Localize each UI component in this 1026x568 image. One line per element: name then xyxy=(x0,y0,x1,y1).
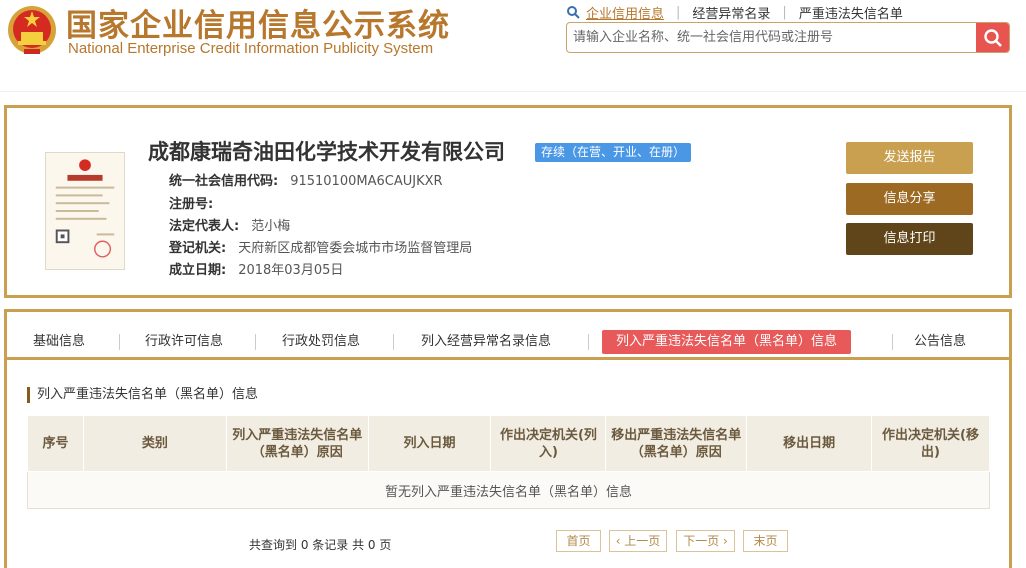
tab-announcements[interactable]: 公告信息 xyxy=(914,330,966,354)
prev-page-button[interactable]: ‹ 上一页 xyxy=(609,530,667,552)
tab-abnormal-list[interactable]: 列入经营异常名录信息 xyxy=(421,330,551,354)
send-report-button[interactable]: 发送报告 xyxy=(846,142,973,174)
tab-divider xyxy=(892,334,893,350)
credit-code-row: 统一社会信用代码: 91510100MA6CAUJKXR xyxy=(169,170,443,189)
col-header: 序号 xyxy=(27,415,84,472)
reg-number-row: 注册号: xyxy=(169,193,225,212)
national-emblem-icon xyxy=(8,6,56,54)
page-summary: 共查询到 0 条记录 共 0 页 xyxy=(249,538,392,552)
status-badge: 存续（在营、开业、在册） xyxy=(535,143,692,162)
tab-divider xyxy=(255,334,256,350)
site-title: 国家企业信用信息公示系统 xyxy=(66,8,450,44)
col-header: 类别 xyxy=(82,415,227,472)
table-row: 暂无列入严重违法失信名单（黑名单）信息 xyxy=(27,471,990,509)
col-header: 列入严重违法失信名单（黑名单）原因 xyxy=(225,415,369,472)
share-info-button[interactable]: 信息分享 xyxy=(846,183,973,215)
last-page-button[interactable]: 末页 xyxy=(743,530,788,552)
col-header: 作出决定机关(移出) xyxy=(871,415,990,472)
empty-message: 暂无列入严重违法失信名单（黑名单）信息 xyxy=(27,471,990,509)
company-name: 成都康瑞奇油田化学技术开发有限公司 xyxy=(148,140,505,164)
search-box xyxy=(566,22,1010,53)
search-button[interactable] xyxy=(976,23,1009,52)
tab-blacklist[interactable]: 列入严重违法失信名单（黑名单）信息 xyxy=(602,330,852,354)
tab-admin-license[interactable]: 行政许可信息 xyxy=(145,330,223,354)
tab-basic-info[interactable]: 基础信息 xyxy=(33,330,85,354)
field-value: 天府新区成都管委会城市市场监督管理局 xyxy=(238,241,473,256)
blacklist-table: 序号 类别 列入严重违法失信名单（黑名单）原因 列入日期 作出决定机关(列入) … xyxy=(27,415,990,509)
company-card: 成都康瑞奇油田化学技术开发有限公司 存续（在营、开业、在册） 统一社会信用代码:… xyxy=(4,105,1012,298)
field-value: 2018年03月05日 xyxy=(238,263,344,278)
col-header: 移出日期 xyxy=(746,415,873,472)
field-label: 登记机关: xyxy=(169,241,227,256)
first-page-button[interactable]: 首页 xyxy=(556,530,601,552)
next-page-button[interactable]: 下一页 › xyxy=(676,530,735,552)
detail-panel: 基础信息 行政许可信息 行政处罚信息 列入经营异常名录信息 列入严重违法失信名单… xyxy=(4,309,1012,568)
nav-divider: | xyxy=(782,4,787,20)
tab-divider xyxy=(588,334,589,350)
section-title: 列入严重违法失信名单（黑名单）信息 xyxy=(27,387,258,403)
field-label: 注册号: xyxy=(169,197,214,212)
site-header: 国家企业信用信息公示系统 National Enterprise Credit … xyxy=(0,0,1026,92)
nav-blacklist[interactable]: 严重违法失信名单 xyxy=(799,3,903,22)
field-value: 91510100MA6CAUJKXR xyxy=(290,174,443,189)
tab-divider xyxy=(119,334,120,350)
nav-divider: | xyxy=(676,4,681,20)
magnifier-icon xyxy=(567,6,580,19)
top-nav: 企业信用信息 | 经营异常名录 | 严重违法失信名单 xyxy=(566,3,903,22)
field-label: 成立日期: xyxy=(169,263,227,278)
field-label: 法定代表人: xyxy=(169,219,240,234)
nav-abnormal-list[interactable]: 经营异常名录 xyxy=(692,3,770,22)
col-header: 移出严重违法失信名单（黑名单）原因 xyxy=(605,415,748,472)
field-value: 范小梅 xyxy=(251,219,291,234)
legal-rep-row: 法定代表人: 范小梅 xyxy=(169,215,290,234)
print-info-button[interactable]: 信息打印 xyxy=(846,223,973,255)
col-header: 作出决定机关(列入) xyxy=(490,415,607,472)
search-input[interactable] xyxy=(567,23,977,52)
tab-divider xyxy=(393,334,394,350)
site-title-en: National Enterprise Credit Information P… xyxy=(68,40,434,57)
business-license-icon[interactable] xyxy=(45,152,125,270)
founded-date-row: 成立日期: 2018年03月05日 xyxy=(169,259,343,278)
search-icon xyxy=(983,28,1002,47)
nav-enterprise-credit[interactable]: 企业信用信息 xyxy=(586,3,664,22)
col-header: 列入日期 xyxy=(367,415,492,472)
table-header-row: 序号 类别 列入严重违法失信名单（黑名单）原因 列入日期 作出决定机关(列入) … xyxy=(27,415,990,472)
tab-admin-penalty[interactable]: 行政处罚信息 xyxy=(282,330,360,354)
reg-authority-row: 登记机关: 天府新区成都管委会城市市场监督管理局 xyxy=(169,237,472,256)
tab-bar: 基础信息 行政许可信息 行政处罚信息 列入经营异常名录信息 列入严重违法失信名单… xyxy=(7,320,1009,360)
field-label: 统一社会信用代码: xyxy=(169,174,279,189)
